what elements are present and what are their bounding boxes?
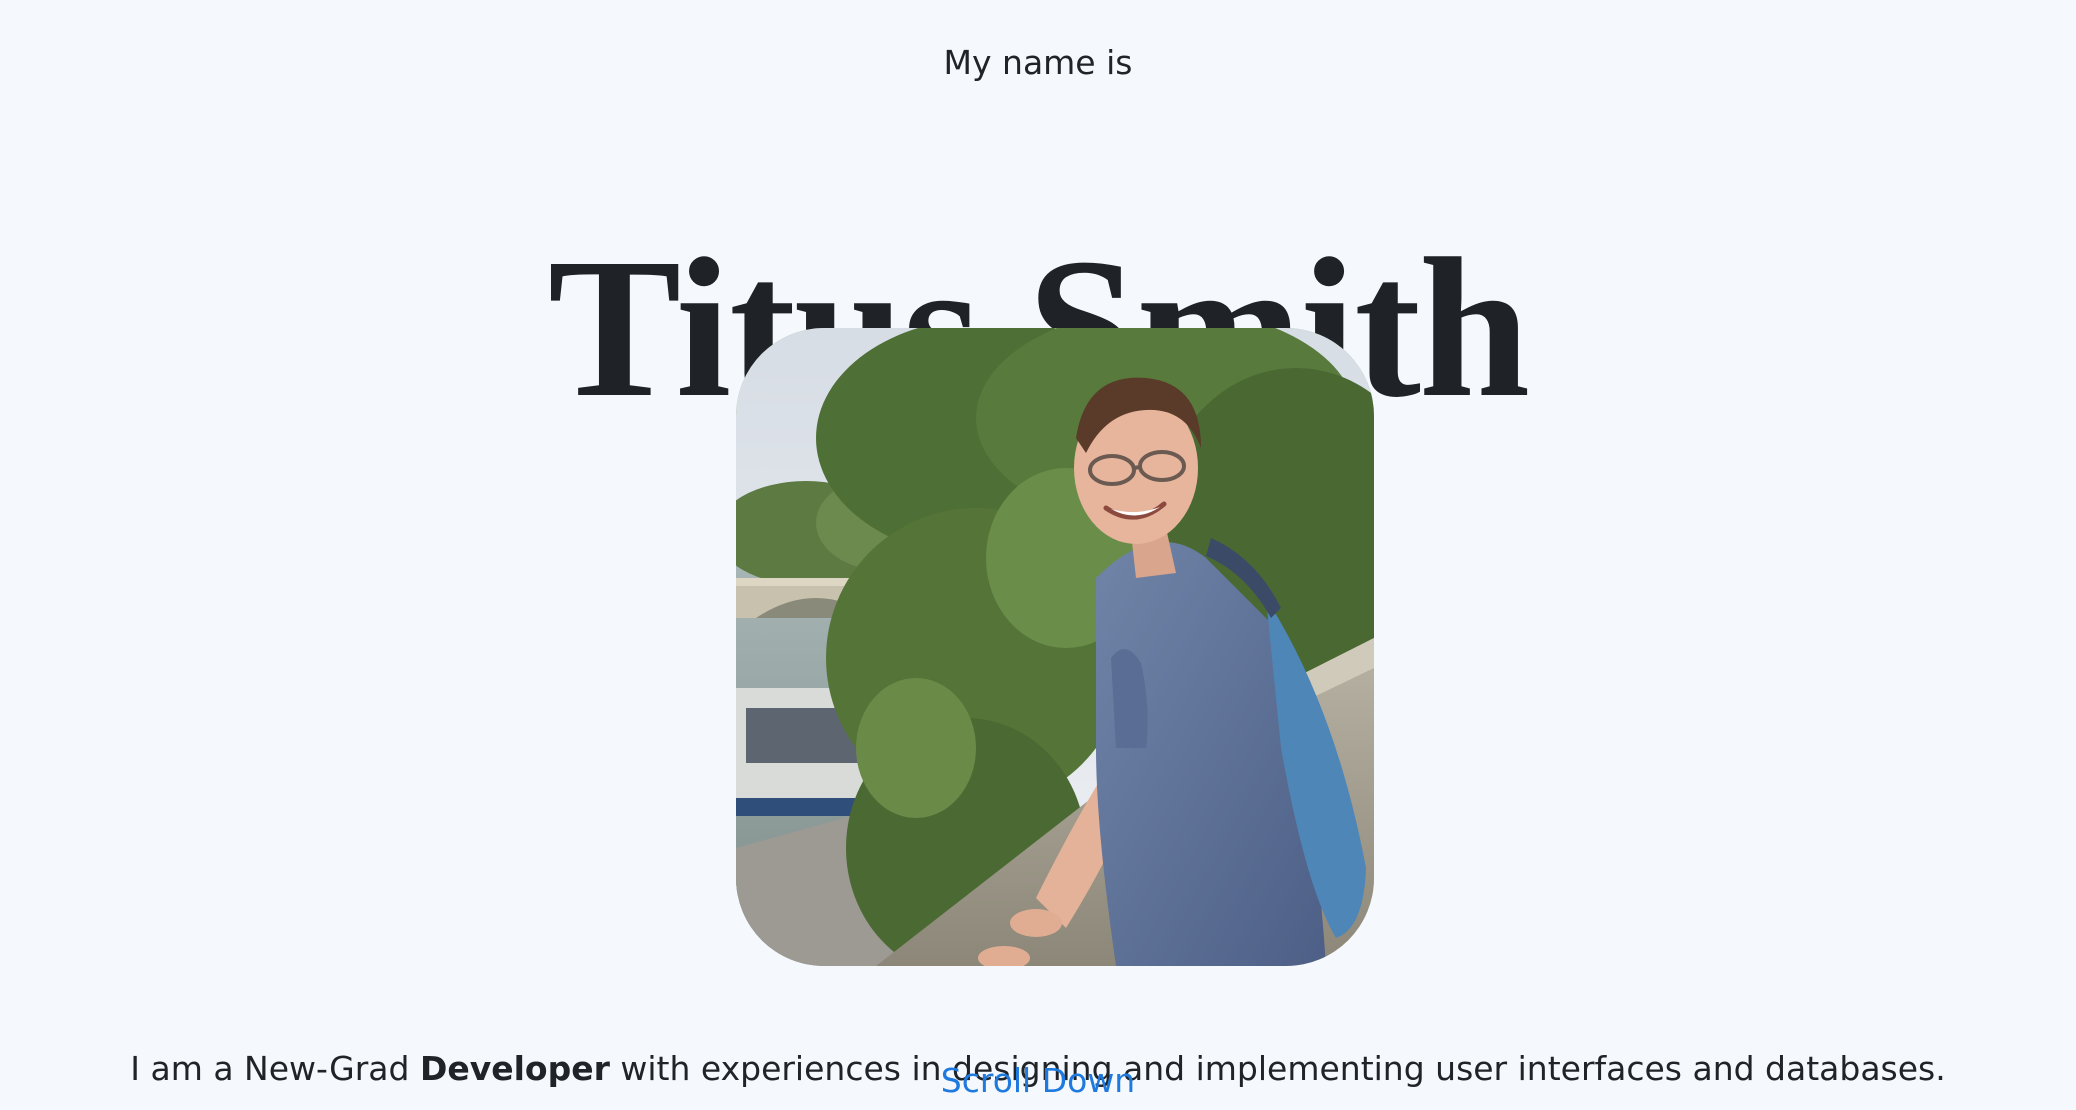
profile-photo [736,328,1374,966]
intro-text: My name is [943,43,1133,82]
scroll-down-container: Scroll Down [0,1059,2076,1103]
hero-section: My name is Titus Smith [0,0,2076,1110]
profile-photo-image [736,328,1374,966]
scroll-down-link[interactable]: Scroll Down [941,1061,1135,1100]
